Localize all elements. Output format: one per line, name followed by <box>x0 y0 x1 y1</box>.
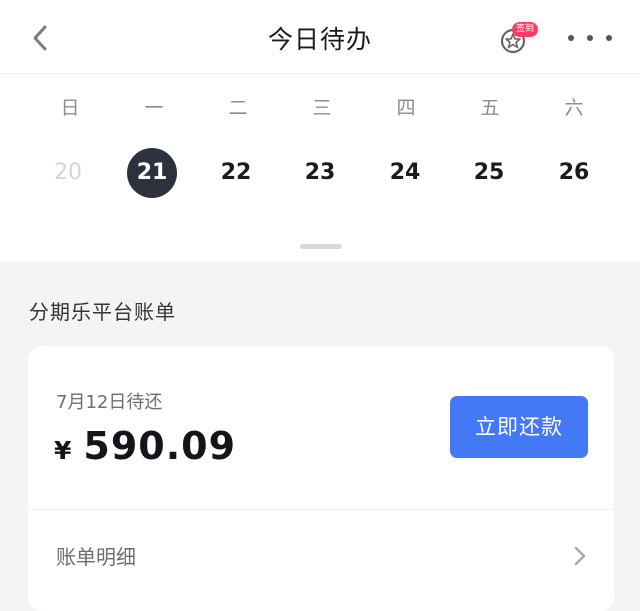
calendar-expand-handle[interactable] <box>300 244 342 249</box>
more-button[interactable] <box>562 24 618 52</box>
due-amount: ¥ 590.09 <box>54 424 236 468</box>
bill-card: 7月12日待还 ¥ 590.09 立即还款 账单明细 <box>28 346 614 611</box>
date-cell[interactable]: 20 <box>43 148 93 198</box>
divider <box>0 73 640 74</box>
weekday-label: 四 <box>396 97 416 119</box>
navigation-bar: 今日待办 签到 <box>0 0 640 76</box>
weekday-label: 五 <box>480 97 500 119</box>
currency-symbol: ¥ <box>54 436 72 465</box>
date-cell-today[interactable]: 21 <box>127 148 177 198</box>
date-cell[interactable]: 23 <box>295 148 345 198</box>
bill-detail-label: 账单明细 <box>56 545 136 569</box>
date-strip: 20 21 22 23 24 25 26 <box>0 148 640 198</box>
due-date-label: 7月12日待还 <box>56 392 163 413</box>
weekday-label: 二 <box>228 97 248 119</box>
date-cell[interactable]: 24 <box>380 148 430 198</box>
page-title: 今日待办 <box>267 25 372 54</box>
sign-in-button[interactable]: 签到 <box>496 20 544 56</box>
weekday-label: 三 <box>312 97 332 119</box>
pay-now-button[interactable]: 立即还款 <box>450 396 588 458</box>
sign-in-badge: 签到 <box>512 22 539 37</box>
date-cell[interactable]: 25 <box>464 148 514 198</box>
date-cell[interactable]: 22 <box>211 148 261 198</box>
top-panel: 今日待办 签到 日 一 二 三 四 五 六 20 21 22 23 24 25 … <box>0 0 640 262</box>
section-title: 分期乐平台账单 <box>29 300 176 324</box>
date-cell[interactable]: 26 <box>549 148 599 198</box>
weekday-label: 日 <box>60 97 80 119</box>
bill-detail-row[interactable]: 账单明细 <box>28 510 614 600</box>
weekday-header: 日 一 二 三 四 五 六 <box>0 92 640 124</box>
chevron-right-icon <box>574 546 586 566</box>
amount-value: 590.09 <box>83 424 237 468</box>
weekday-label: 六 <box>564 97 584 119</box>
more-dots-icon <box>568 35 612 41</box>
weekday-label: 一 <box>144 97 164 119</box>
